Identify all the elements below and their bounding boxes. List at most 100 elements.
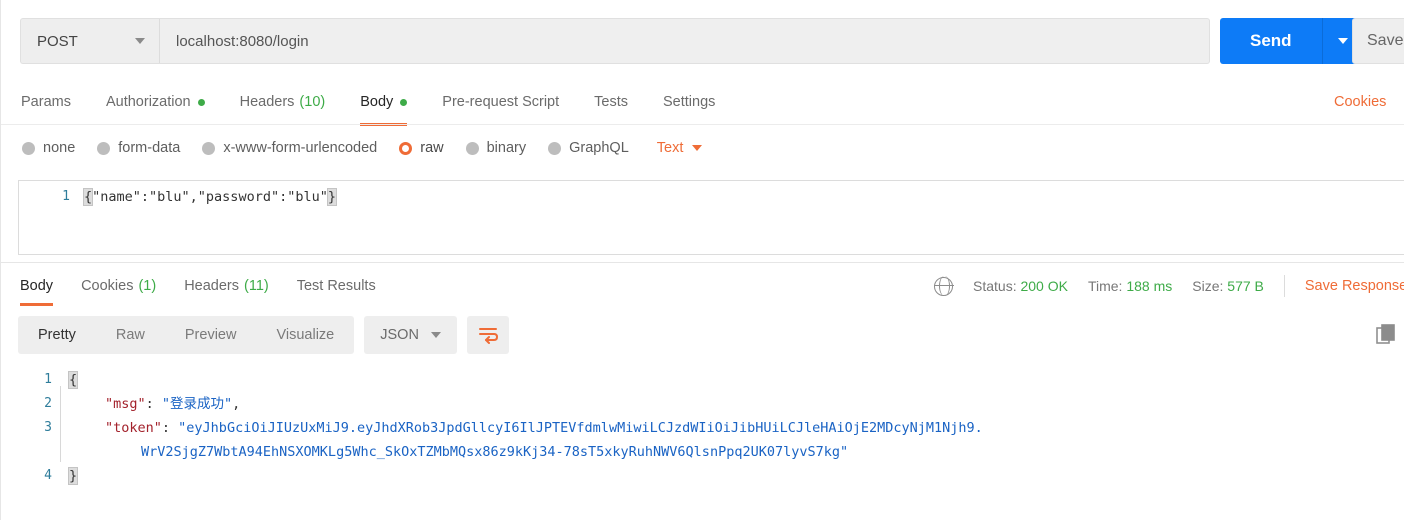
response-meta-bar: Status: 200 OK Time: 188 ms Size: 577 B … bbox=[934, 268, 1404, 304]
radio-icon bbox=[202, 141, 216, 155]
json-open-brace: { bbox=[67, 371, 79, 389]
body-type-graphql[interactable]: GraphQL bbox=[548, 140, 629, 156]
tab-tests-label: Tests bbox=[594, 94, 628, 110]
json-value-token-part1: "eyJhbGciOiJIUzUxMiJ9.eyJhdXRob3JpdGllcy… bbox=[178, 420, 983, 436]
tab-pre-request-script[interactable]: Pre-request Script bbox=[442, 82, 559, 122]
request-gutter: 1 bbox=[19, 181, 79, 254]
response-tab-cookies[interactable]: Cookies (1) bbox=[81, 268, 156, 304]
copy-response-button[interactable] bbox=[1370, 318, 1404, 352]
tab-body[interactable]: Body bbox=[360, 82, 408, 126]
tab-settings-label: Settings bbox=[662, 94, 716, 110]
body-type-binary-label: binary bbox=[486, 140, 527, 156]
tab-headers-label: Headers bbox=[239, 94, 295, 110]
request-body-text: "name":"blu","password":"blu" bbox=[92, 189, 328, 205]
tab-authorization[interactable]: Authorization bbox=[106, 82, 205, 122]
globe-icon[interactable] bbox=[934, 275, 954, 297]
active-tab-underline bbox=[20, 303, 54, 306]
json-value-msg: "登录成功" bbox=[161, 396, 233, 412]
time-badge: Time: 188 ms bbox=[1088, 278, 1172, 294]
tab-authorization-label: Authorization bbox=[105, 94, 191, 110]
view-mode-raw[interactable]: Raw bbox=[96, 316, 165, 354]
tab-settings[interactable]: Settings bbox=[663, 82, 715, 122]
json-close-brace: } bbox=[67, 467, 79, 485]
url-bar: POST localhost:8080/login bbox=[20, 18, 1210, 64]
radio-icon bbox=[548, 141, 562, 155]
http-method-select[interactable]: POST bbox=[20, 18, 160, 64]
body-type-raw-label: raw bbox=[420, 140, 444, 156]
response-line-number: 1 bbox=[44, 372, 52, 387]
view-mode-visualize[interactable]: Visualize bbox=[256, 316, 354, 354]
body-type-raw[interactable]: raw bbox=[399, 140, 444, 156]
body-type-graphql-label: GraphQL bbox=[569, 140, 629, 156]
time-label: Time: bbox=[1087, 278, 1123, 294]
chevron-down-icon bbox=[135, 38, 145, 44]
response-json-code: {"msg": "登录成功", "token": "eyJhbGciOiJIUzU… bbox=[61, 362, 1404, 520]
size-label: Size: bbox=[1192, 278, 1224, 294]
response-format-label: JSON bbox=[380, 327, 419, 343]
request-body-code[interactable]: {"name":"blu","password":"blu"} bbox=[79, 181, 1404, 254]
chevron-down-icon bbox=[430, 332, 441, 338]
send-button[interactable]: Send bbox=[1220, 18, 1322, 64]
copy-icon bbox=[1376, 324, 1395, 344]
radio-icon bbox=[465, 141, 479, 155]
tab-tests[interactable]: Tests bbox=[594, 82, 628, 122]
response-line-number: 4 bbox=[44, 468, 52, 483]
modified-dot-icon bbox=[400, 98, 408, 106]
json-value-token-part2: WrV2SjgZ7WbtA94EhNSXOMKLg5Whc_SkOxTZMbMQ… bbox=[141, 444, 849, 460]
radio-selected-icon bbox=[399, 141, 413, 155]
word-wrap-button[interactable] bbox=[466, 316, 509, 354]
response-gutter: 1 2 3 4 bbox=[18, 362, 60, 520]
status-label: Status: bbox=[973, 278, 1017, 294]
response-tab-headers[interactable]: Headers (11) bbox=[184, 268, 269, 304]
time-value: 188 ms bbox=[1126, 278, 1173, 294]
modified-dot-icon bbox=[197, 98, 205, 106]
response-line-number: 3 bbox=[44, 420, 52, 435]
response-tab-headers-label: Headers bbox=[184, 278, 239, 294]
body-type-binary[interactable]: binary bbox=[465, 140, 527, 156]
request-tab-bar: Params Authorization Headers (10) Body P… bbox=[1, 82, 1404, 126]
save-response-button[interactable]: Save Response bbox=[1305, 278, 1404, 294]
request-close-brace: } bbox=[326, 188, 338, 206]
body-type-none[interactable]: none bbox=[22, 140, 75, 156]
status-badge: Status: 200 OK bbox=[973, 278, 1068, 294]
radio-icon bbox=[97, 141, 111, 155]
left-rail-divider bbox=[0, 0, 1, 520]
url-input-value: localhost:8080/login bbox=[176, 32, 309, 50]
postman-window: POST localhost:8080/login Send Save Para… bbox=[0, 0, 1404, 520]
response-tab-headers-count: (11) bbox=[244, 278, 269, 294]
response-tab-bar: Body Cookies (1) Headers (11) Test Resul… bbox=[12, 268, 376, 306]
view-mode-pretty[interactable]: Pretty bbox=[18, 316, 96, 354]
body-type-radio-group: none form-data x-www-form-urlencoded raw… bbox=[22, 128, 703, 168]
tab-pre-request-script-label: Pre-request Script bbox=[442, 94, 560, 110]
word-wrap-icon bbox=[478, 328, 498, 344]
request-body-editor[interactable]: 1 {"name":"blu","password":"blu"} bbox=[18, 180, 1404, 255]
size-badge: Size: 577 B bbox=[1192, 278, 1264, 294]
response-format-select[interactable]: JSON bbox=[364, 316, 457, 354]
tab-headers[interactable]: Headers (10) bbox=[240, 82, 326, 122]
tab-params[interactable]: Params bbox=[21, 82, 71, 122]
body-type-urlencoded[interactable]: x-www-form-urlencoded bbox=[202, 140, 377, 156]
save-button[interactable]: Save bbox=[1352, 18, 1404, 64]
request-open-brace: { bbox=[82, 188, 94, 206]
chevron-down-icon bbox=[692, 145, 703, 151]
response-section-divider bbox=[0, 262, 1404, 263]
json-key-token: "token" bbox=[105, 420, 162, 436]
raw-format-select[interactable]: Text bbox=[657, 140, 703, 156]
status-value: 200 OK bbox=[1020, 278, 1068, 294]
body-type-form-data[interactable]: form-data bbox=[97, 140, 180, 156]
body-type-urlencoded-label: x-www-form-urlencoded bbox=[223, 140, 378, 156]
view-mode-preview[interactable]: Preview bbox=[165, 316, 257, 354]
request-line-number: 1 bbox=[62, 189, 70, 204]
response-tab-test-results[interactable]: Test Results bbox=[297, 268, 376, 304]
json-colon: : bbox=[145, 396, 162, 412]
body-type-form-data-label: form-data bbox=[118, 140, 181, 156]
request-tabs-divider bbox=[1, 124, 1404, 125]
response-view-toolbar: Pretty Raw Preview Visualize JSON bbox=[18, 316, 509, 354]
response-tab-body[interactable]: Body bbox=[20, 268, 54, 306]
json-line-3-wrap: WrV2SjgZ7WbtA94EhNSXOMKLg5Whc_SkOxTZMbMQ… bbox=[69, 440, 1404, 464]
tab-body-label: Body bbox=[360, 94, 394, 110]
response-body-viewer[interactable]: 1 2 3 4 {"msg": "登录成功", "token": "eyJhbGc… bbox=[18, 362, 1404, 520]
url-input[interactable]: localhost:8080/login bbox=[160, 18, 1210, 64]
cookies-link[interactable]: Cookies bbox=[1334, 82, 1404, 122]
json-line-3: "token": "eyJhbGciOiJIUzUxMiJ9.eyJhdXRob… bbox=[69, 416, 1404, 440]
